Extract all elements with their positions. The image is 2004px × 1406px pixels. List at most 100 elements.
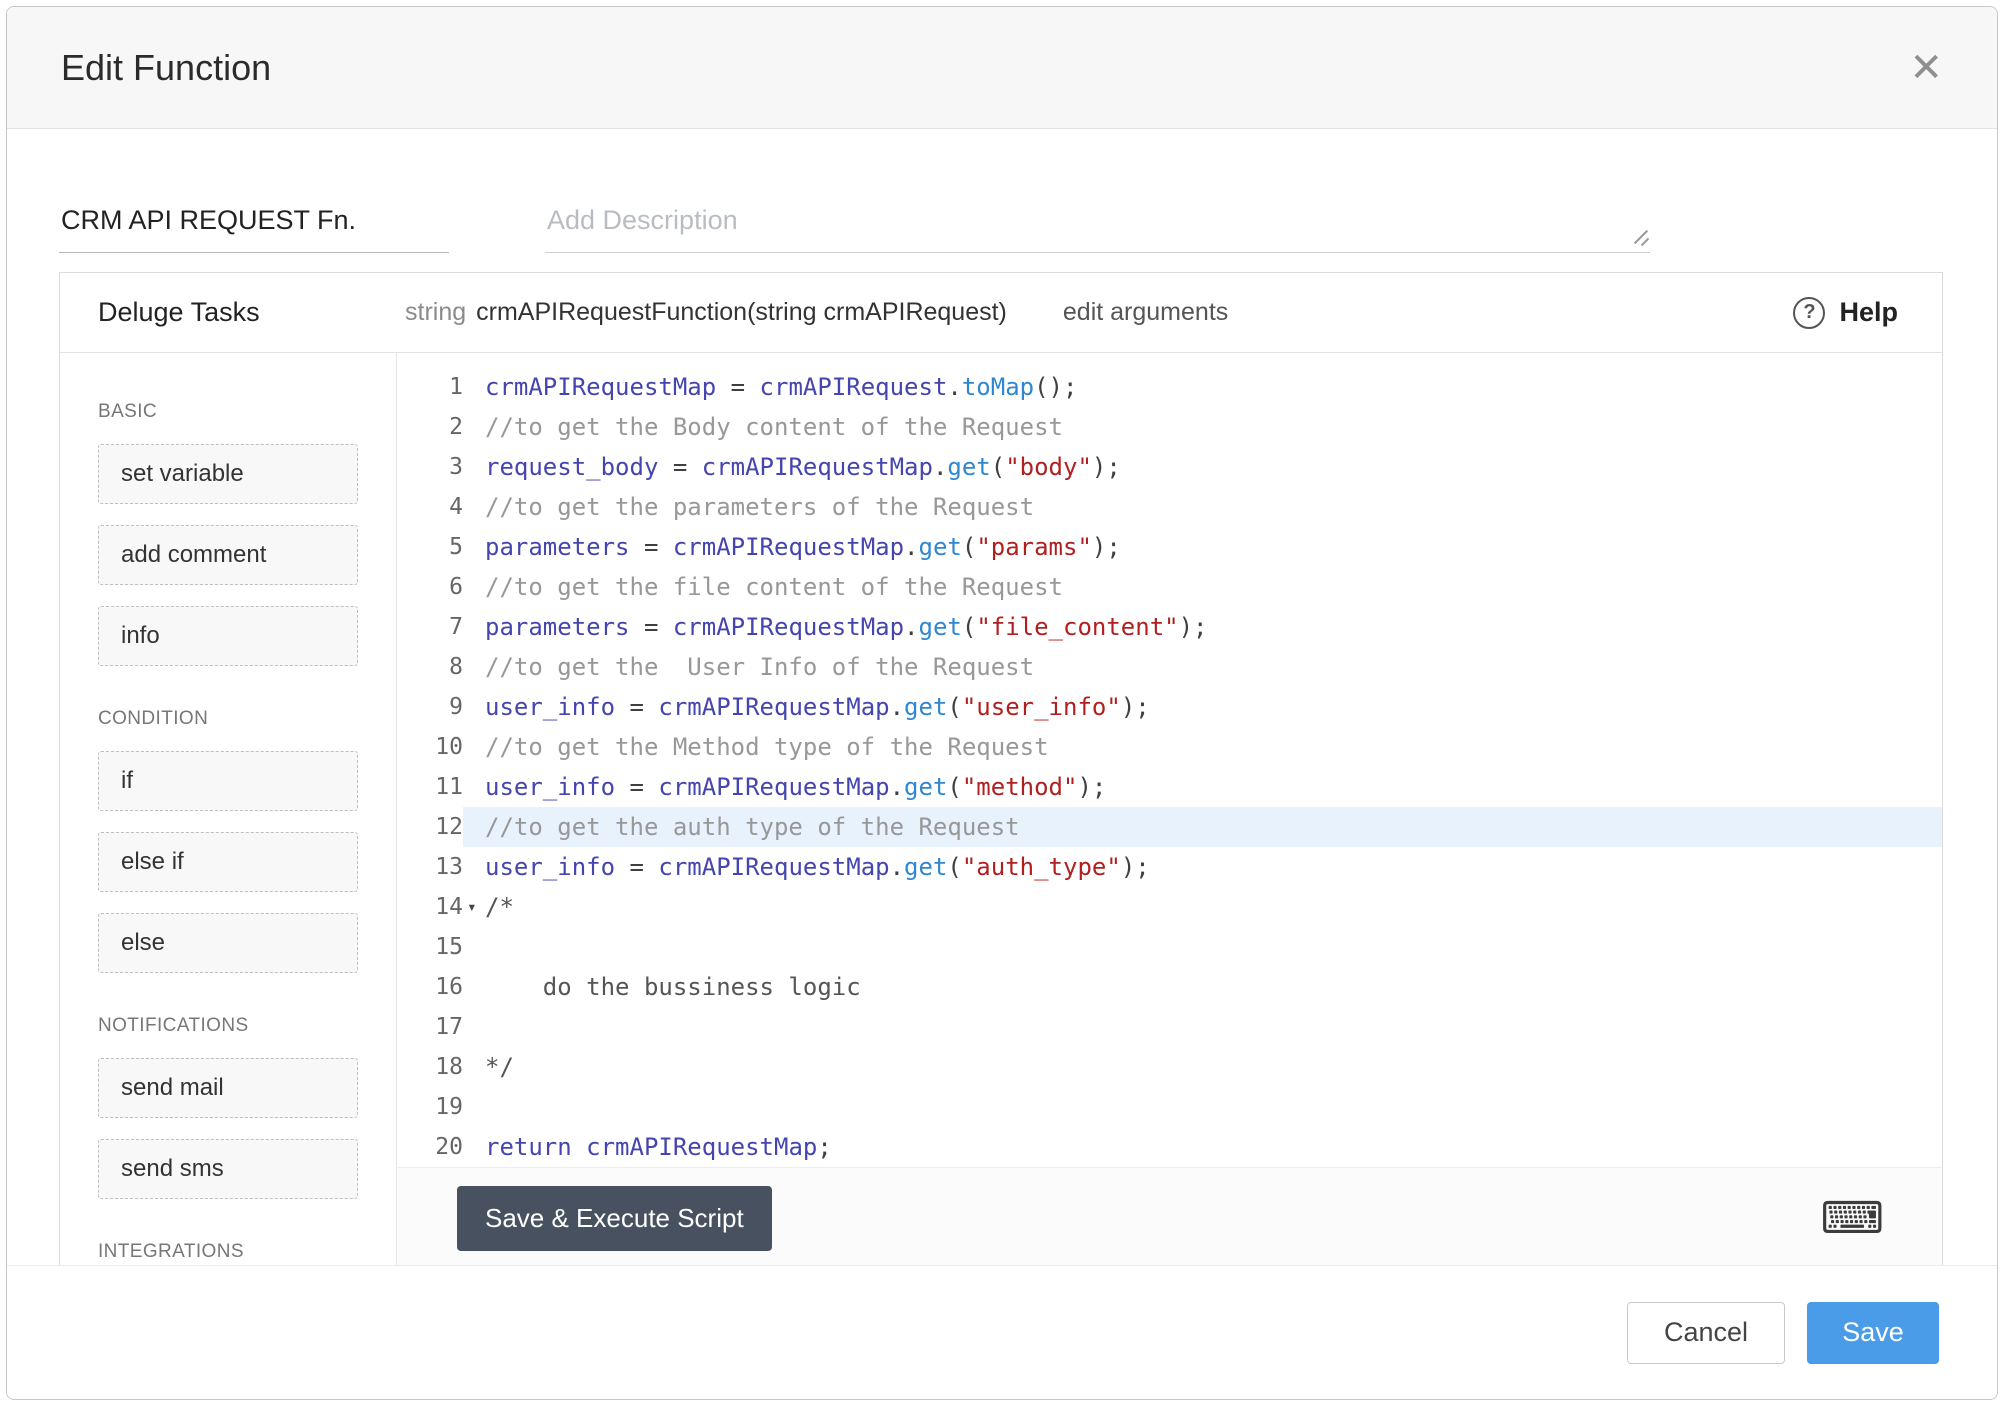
code-line[interactable]: 8//to get the User Info of the Request: [397, 647, 1942, 687]
code-line[interactable]: 6//to get the file content of the Reques…: [397, 567, 1942, 607]
cancel-button[interactable]: Cancel: [1627, 1302, 1785, 1364]
code-line[interactable]: 17: [397, 1007, 1942, 1047]
task-else[interactable]: else: [98, 913, 358, 973]
code-lines: 1crmAPIRequestMap = crmAPIRequest.toMap(…: [397, 353, 1942, 1167]
code-line[interactable]: 2//to get the Body content of the Reques…: [397, 407, 1942, 447]
sidebar-section-label: CONDITION: [98, 708, 396, 730]
code-line[interactable]: 12//to get the auth type of the Request: [397, 807, 1942, 847]
task-else-if[interactable]: else if: [98, 832, 358, 892]
panel-title: Deluge Tasks: [60, 297, 405, 328]
code-line-text: parameters = crmAPIRequestMap.get("file_…: [463, 607, 1942, 647]
editor-footer: Save & Execute Script ⌨: [397, 1167, 1942, 1269]
task-add-comment[interactable]: add comment: [98, 525, 358, 585]
code-line-text: parameters = crmAPIRequestMap.get("param…: [463, 527, 1942, 567]
code-line[interactable]: 4//to get the parameters of the Request: [397, 487, 1942, 527]
code-line[interactable]: 14▾/*: [397, 887, 1942, 927]
code-line[interactable]: 15: [397, 927, 1942, 967]
save-execute-button[interactable]: Save & Execute Script: [457, 1186, 772, 1251]
sidebar-section-label: NOTIFICATIONS: [98, 1015, 396, 1037]
code-line[interactable]: 9user_info = crmAPIRequestMap.get("user_…: [397, 687, 1942, 727]
code-line-text: request_body = crmAPIRequestMap.get("bod…: [463, 447, 1942, 487]
deluge-tasks-panel: Deluge Tasks string crmAPIRequestFunction…: [59, 272, 1943, 1270]
code-line[interactable]: 5parameters = crmAPIRequestMap.get("para…: [397, 527, 1942, 567]
line-number: 11: [397, 767, 463, 807]
resize-grip-icon[interactable]: [1632, 228, 1650, 246]
line-number: 20: [397, 1127, 463, 1167]
panel-header: Deluge Tasks string crmAPIRequestFunction…: [60, 273, 1942, 353]
line-number: 19: [397, 1087, 463, 1127]
code-line-text: //to get the Method type of the Request: [463, 727, 1942, 767]
line-number: 17: [397, 1007, 463, 1047]
code-line[interactable]: 10//to get the Method type of the Reques…: [397, 727, 1942, 767]
code-line-text: //to get the auth type of the Request: [463, 807, 1942, 847]
code-line[interactable]: 20return crmAPIRequestMap;: [397, 1127, 1942, 1167]
code-line-text: [463, 927, 1942, 967]
close-icon[interactable]: ✕: [1909, 48, 1943, 88]
line-number: 6: [397, 567, 463, 607]
line-number: 4: [397, 487, 463, 527]
task-sidebar: BASIC set variable add comment info CONDITIO…: [60, 353, 397, 1269]
code-line-text: //to get the file content of the Request: [463, 567, 1942, 607]
line-number: 9: [397, 687, 463, 727]
code-line[interactable]: 1crmAPIRequestMap = crmAPIRequest.toMap(…: [397, 367, 1942, 407]
task-if[interactable]: if: [98, 751, 358, 811]
line-number: 12: [397, 807, 463, 847]
page-title: Edit Function: [61, 47, 1909, 89]
function-name-field: [59, 199, 449, 253]
code-line-text: user_info = crmAPIRequestMap.get("method…: [463, 767, 1942, 807]
keyboard-icon[interactable]: ⌨: [1820, 1197, 1884, 1241]
line-number: 5: [397, 527, 463, 567]
signature-return-type: string: [405, 298, 466, 326]
task-send-mail[interactable]: send mail: [98, 1058, 358, 1118]
code-line-text: do the bussiness logic: [463, 967, 1942, 1007]
code-line[interactable]: 13user_info = crmAPIRequestMap.get("auth…: [397, 847, 1942, 887]
code-line[interactable]: 19: [397, 1087, 1942, 1127]
code-line-text: user_info = crmAPIRequestMap.get("user_i…: [463, 687, 1942, 727]
code-line-text: /*: [463, 887, 1942, 927]
help-label: Help: [1839, 297, 1898, 328]
line-number: 1: [397, 367, 463, 407]
edit-function-modal: Edit Function ✕ Deluge Tasks string crmAP…: [6, 6, 1998, 1400]
modal-footer: Cancel Save: [7, 1265, 1997, 1399]
panel-content: BASIC set variable add comment info CONDITIO…: [60, 353, 1942, 1269]
code-line-text: return crmAPIRequestMap;: [463, 1127, 1942, 1167]
line-number: 14: [397, 887, 463, 927]
task-set-variable[interactable]: set variable: [98, 444, 358, 504]
code-line-text: //to get the Body content of the Request: [463, 407, 1942, 447]
sidebar-section-label: INTEGRATIONS: [98, 1241, 396, 1263]
line-number: 13: [397, 847, 463, 887]
line-number: 10: [397, 727, 463, 767]
help-button[interactable]: ? Help: [1793, 297, 1942, 329]
code-line[interactable]: 3request_body = crmAPIRequestMap.get("bo…: [397, 447, 1942, 487]
code-line[interactable]: 16 do the bussiness logic: [397, 967, 1942, 1007]
line-number: 7: [397, 607, 463, 647]
fold-arrow-icon[interactable]: ▾: [467, 887, 477, 927]
function-name-input[interactable]: [59, 199, 449, 252]
code-line-text: [463, 1087, 1942, 1127]
code-line[interactable]: 18*/: [397, 1047, 1942, 1087]
line-number: 16: [397, 967, 463, 1007]
code-line-text: [463, 1007, 1942, 1047]
modal-header: Edit Function ✕: [7, 7, 1997, 129]
sidebar-section-label: BASIC: [98, 401, 396, 423]
code-line-text: */: [463, 1047, 1942, 1087]
function-signature: string crmAPIRequestFunction(string crmAP…: [405, 298, 1007, 327]
save-button[interactable]: Save: [1807, 1302, 1939, 1364]
code-line-text: //to get the parameters of the Request: [463, 487, 1942, 527]
question-mark-icon: ?: [1793, 297, 1825, 329]
line-number: 15: [397, 927, 463, 967]
signature-text: crmAPIRequestFunction(string crmAPIReque…: [476, 298, 1007, 326]
line-number: 3: [397, 447, 463, 487]
code-line-text: //to get the User Info of the Request: [463, 647, 1942, 687]
code-line-text: user_info = crmAPIRequestMap.get("auth_t…: [463, 847, 1942, 887]
code-line[interactable]: 7parameters = crmAPIRequestMap.get("file…: [397, 607, 1942, 647]
edit-arguments-link[interactable]: edit arguments: [1063, 298, 1228, 327]
line-number: 18: [397, 1047, 463, 1087]
line-number: 2: [397, 407, 463, 447]
task-info[interactable]: info: [98, 606, 358, 666]
line-number: 8: [397, 647, 463, 687]
code-editor[interactable]: 1crmAPIRequestMap = crmAPIRequest.toMap(…: [397, 353, 1942, 1269]
description-input[interactable]: [545, 199, 1650, 252]
code-line[interactable]: 11user_info = crmAPIRequestMap.get("meth…: [397, 767, 1942, 807]
task-send-sms[interactable]: send sms: [98, 1139, 358, 1199]
